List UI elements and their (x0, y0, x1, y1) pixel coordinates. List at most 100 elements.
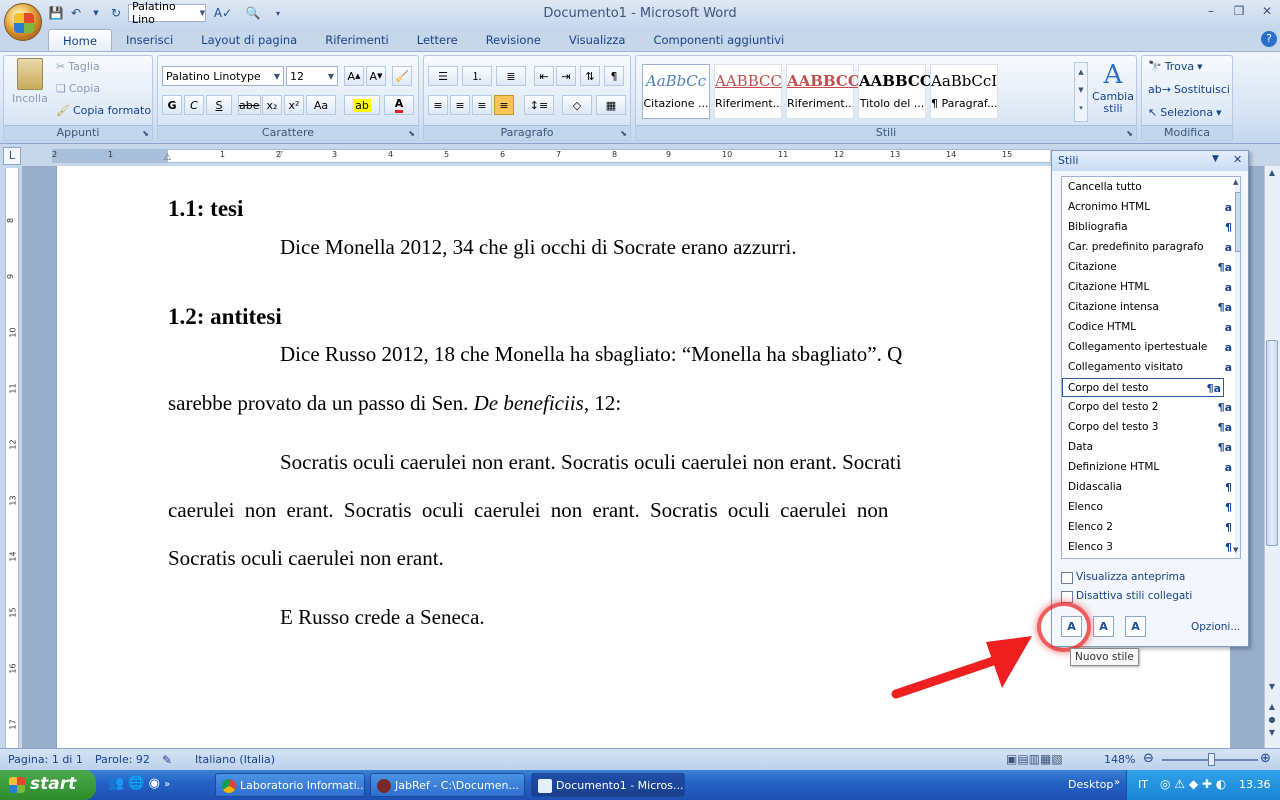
italic-button[interactable]: C (184, 95, 204, 115)
more-icon[interactable]: » (164, 779, 170, 790)
task-laboratorio[interactable]: Laboratorio Informati... (215, 773, 365, 797)
copy-button[interactable]: ❏ Copia (56, 82, 100, 95)
font-size-combo[interactable]: 12 ▼ (286, 66, 338, 86)
tab-lettere[interactable]: Lettere (403, 29, 472, 51)
clock[interactable]: 13.36 (1239, 778, 1271, 791)
style-item[interactable]: Definizione HTML a (1068, 458, 1232, 477)
style-item[interactable]: Codice HTML a (1068, 318, 1232, 337)
borders-button[interactable]: ▦ (596, 95, 626, 115)
proofing-icon[interactable]: ✎ (162, 753, 172, 767)
horizontal-ruler[interactable]: 2 1 1 2 3 4 5 6 7 8 9 10 11 12 13 14 15 … (52, 149, 1050, 163)
style-item[interactable]: Didascalia ¶ (1068, 478, 1232, 497)
close-icon[interactable]: ✕ (1258, 4, 1276, 18)
underline-button[interactable]: S (206, 95, 232, 115)
justify-button[interactable]: ≡ (494, 95, 514, 115)
desktop-toolbar[interactable]: Desktop (1068, 778, 1113, 791)
tab-riferimenti[interactable]: Riferimenti (311, 29, 403, 51)
quick-style-titolo[interactable]: AABBCC Titolo del ... (858, 64, 932, 119)
zoom-slider-thumb[interactable] (1208, 753, 1215, 766)
dialog-launcher-icon[interactable]: ⬊ (620, 129, 627, 138)
start-button[interactable]: start (0, 770, 96, 800)
scroll-thumb[interactable] (1266, 340, 1278, 546)
manage-styles-button[interactable]: A (1125, 616, 1146, 637)
scroll-up-icon[interactable]: ▲ (1266, 168, 1278, 180)
tab-home[interactable]: Home (48, 29, 112, 51)
style-item[interactable]: Collegamento ipertestuale a (1068, 338, 1232, 357)
show-preview-checkbox[interactable] (1061, 572, 1073, 584)
grow-font-button[interactable]: A ▲ (344, 66, 364, 86)
dialog-launcher-icon[interactable]: ⬊ (408, 129, 415, 138)
bullets-button[interactable]: ☰ (428, 66, 458, 86)
highlight-button[interactable]: ab (344, 95, 380, 115)
browse-object-icon[interactable]: ▲ ● ▼ (1266, 700, 1278, 740)
quick-style-paragrafo[interactable]: AaBbCcI ¶ Paragraf... (930, 64, 998, 119)
numbering-button[interactable]: ⒈ (462, 66, 492, 86)
style-item[interactable]: Bibliografia ¶ (1068, 218, 1232, 237)
change-styles-button[interactable]: A Cambia stili (1092, 60, 1134, 115)
change-case-button[interactable]: Aa (306, 95, 336, 115)
style-item[interactable]: Corpo del testo 2 ¶a (1068, 398, 1232, 417)
page-count[interactable]: Pagina: 1 di 1 (8, 753, 83, 766)
styles-list[interactable]: Cancella tutto Acronimo HTML a Bibliograf… (1061, 176, 1241, 559)
tray-icons[interactable]: ◎ ⚠ ◆ ✚ ◐ (1160, 777, 1226, 791)
style-item[interactable]: Collegamento visitato a (1068, 358, 1232, 377)
font-name-combo[interactable]: Palatino Linotype ▼ (162, 66, 284, 86)
tab-selector[interactable]: L (3, 147, 21, 165)
cut-button[interactable]: ✂ Taglia (56, 60, 100, 73)
show-desktop-icon[interactable]: 👥 (108, 776, 124, 791)
style-item[interactable]: Citazione intensa ¶a (1068, 298, 1232, 317)
quick-style-citazione[interactable]: AaBbCc Citazione ... (642, 64, 710, 119)
scroll-down-icon[interactable]: ▼ (1233, 546, 1240, 558)
view-buttons[interactable]: ▣▤▥▦▧ (1006, 752, 1063, 766)
pane-menu-icon[interactable]: ▼ (1212, 154, 1219, 164)
task-word[interactable]: Documento1 - Micros... (531, 773, 685, 797)
clear-format-button[interactable]: 🧹 (392, 66, 412, 86)
toolbar-expand-icon[interactable]: » (1114, 777, 1120, 788)
shrink-font-button[interactable]: A ▼ (366, 66, 386, 86)
find-button[interactable]: 🔭 Trova ▼ (1148, 60, 1202, 73)
tab-componenti[interactable]: Componenti aggiuntivi (639, 29, 798, 51)
select-button[interactable]: ↖ Seleziona ▼ (1148, 106, 1221, 119)
quick-style-riferimento-1[interactable]: AABBCC Riferiment... (714, 64, 782, 119)
pane-close-icon[interactable]: ✕ (1233, 153, 1242, 166)
format-painter-button[interactable]: 🖌 Copia formato (56, 104, 151, 117)
ie-icon[interactable]: 🌐 (128, 776, 144, 791)
language-indicator[interactable]: Italiano (Italia) (195, 753, 275, 766)
scroll-up-icon[interactable]: ▲ (1233, 178, 1240, 190)
style-item[interactable]: Citazione HTML a (1068, 278, 1232, 297)
dialog-launcher-icon[interactable]: ⬊ (142, 129, 149, 138)
tab-inserisci[interactable]: Inserisci (112, 29, 187, 51)
style-item[interactable]: Cancella tutto (1068, 178, 1218, 197)
style-item[interactable]: Corpo del testo 3 ¶a (1068, 418, 1232, 437)
style-item[interactable]: Car. predefinito paragrafo a (1068, 238, 1232, 257)
multilevel-button[interactable]: ≣ (496, 66, 526, 86)
word-count[interactable]: Parole: 92 (95, 753, 150, 766)
style-item[interactable]: Elenco 2 ¶ (1068, 518, 1232, 537)
scroll-down-icon[interactable]: ▼ (1266, 682, 1278, 694)
style-inspector-button[interactable]: A (1093, 616, 1114, 637)
style-item[interactable]: Acronimo HTML a (1068, 198, 1232, 217)
dialog-launcher-icon[interactable]: ⬊ (1126, 129, 1133, 138)
style-item-selected[interactable]: Corpo del testo ¶a (1062, 378, 1224, 397)
show-marks-button[interactable]: ¶ (604, 66, 624, 86)
minimize-icon[interactable]: – (1202, 4, 1220, 18)
tab-layout[interactable]: Layout di pagina (187, 29, 311, 51)
paste-button[interactable]: Incolla (12, 58, 48, 105)
tab-visualizza[interactable]: Visualizza (555, 29, 640, 51)
decrease-indent-button[interactable]: ⇤ (534, 66, 554, 86)
quick-style-riferimento-2[interactable]: AABBCC Riferiment... (786, 64, 860, 119)
first-line-indent-icon[interactable]: ▽ (276, 150, 283, 160)
styles-gallery-scroll[interactable]: ▲ ▼ ▾ (1074, 62, 1088, 122)
style-item[interactable]: Data ¶a (1068, 438, 1232, 457)
office-button[interactable] (4, 3, 42, 41)
restore-icon[interactable]: ❐ (1230, 4, 1248, 18)
superscript-button[interactable]: x² (284, 95, 304, 115)
zoom-in-icon[interactable]: ⊕ (1260, 751, 1271, 766)
chrome-icon[interactable]: ◉ (149, 776, 160, 791)
vertical-ruler[interactable]: 8 9 10 11 12 13 14 15 16 17 (5, 168, 19, 748)
help-icon[interactable]: ? (1261, 31, 1277, 47)
increase-indent-button[interactable]: ⇥ (556, 66, 576, 86)
zoom-out-icon[interactable]: ⊖ (1143, 751, 1154, 766)
zoom-level[interactable]: 148% (1104, 753, 1135, 766)
align-left-button[interactable]: ≡ (428, 95, 448, 115)
